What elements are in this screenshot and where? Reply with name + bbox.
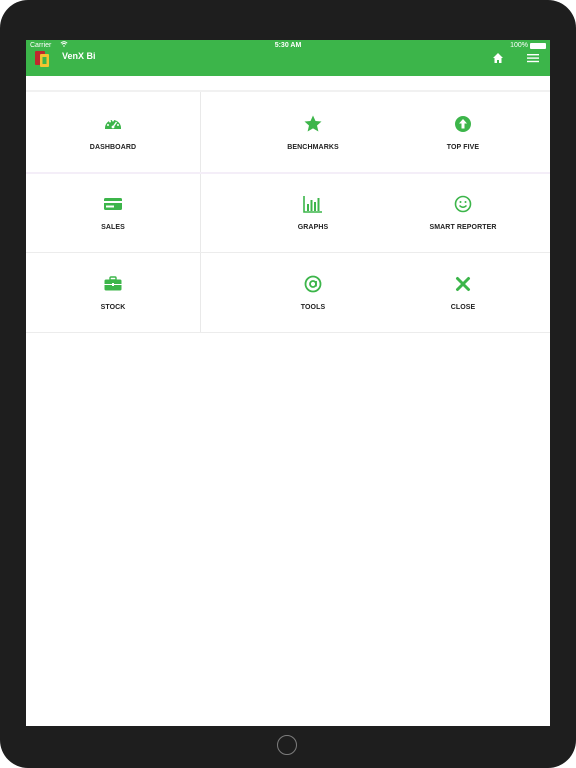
hamburger-menu-icon[interactable] (526, 52, 540, 64)
tile-label: DASHBOARD (89, 144, 137, 151)
briefcase-icon (104, 276, 122, 291)
tile-label: CLOSE (450, 304, 476, 311)
home-button[interactable] (277, 735, 297, 755)
tile-stock[interactable]: STOCK (26, 252, 200, 332)
tile-tools[interactable]: TOOLS (226, 252, 400, 332)
tile-label: STOCK (100, 304, 126, 311)
tile-label: TOP FIVE (446, 144, 480, 151)
tile-benchmarks[interactable]: BENCHMARKS (226, 92, 400, 172)
battery-indicator: 100% (510, 40, 546, 52)
tile-label: TOOLS (300, 304, 326, 311)
menu-grid: DASHBOARD BENCHMARKS TOP FIVE SALES GRAP… (26, 92, 550, 333)
close-icon (456, 277, 470, 291)
grid-divider (26, 332, 550, 333)
tile-top-five[interactable]: TOP FIVE (376, 92, 550, 172)
battery-percent: 100% (510, 42, 528, 49)
credit-card-icon (104, 198, 122, 210)
at-sign-icon (304, 275, 322, 293)
tile-sales[interactable]: SALES (26, 172, 200, 252)
grid-divider (200, 92, 201, 332)
app-title: VenX Bi (62, 51, 96, 61)
status-bar: Carrier 5:30 AM 100% (26, 40, 550, 52)
tablet-device-frame: Carrier 5:30 AM 100% VenX Bi DASHBOARD B… (0, 0, 576, 768)
app-screen: Carrier 5:30 AM 100% VenX Bi DASHBOARD B… (26, 40, 550, 726)
bar-chart-icon (303, 196, 322, 213)
status-time: 5:30 AM (274, 42, 302, 49)
tile-label: SMART REPORTER (429, 224, 497, 231)
home-icon[interactable] (492, 52, 504, 64)
tile-graphs[interactable]: GRAPHS (226, 172, 400, 252)
app-logo (35, 51, 49, 67)
tile-label: SALES (101, 224, 125, 231)
smiley-icon (454, 195, 472, 213)
speedometer-icon (105, 119, 121, 129)
tile-dashboard[interactable]: DASHBOARD (26, 92, 200, 172)
star-icon (304, 115, 322, 132)
tile-label: GRAPHS (297, 224, 329, 231)
tile-label: BENCHMARKS (287, 144, 339, 151)
tile-smart-reporter[interactable]: SMART REPORTER (376, 172, 550, 252)
arrow-up-circle-icon (455, 116, 471, 132)
battery-icon (530, 43, 546, 49)
tile-close[interactable]: CLOSE (376, 252, 550, 332)
app-header: Carrier 5:30 AM 100% VenX Bi (26, 40, 550, 76)
